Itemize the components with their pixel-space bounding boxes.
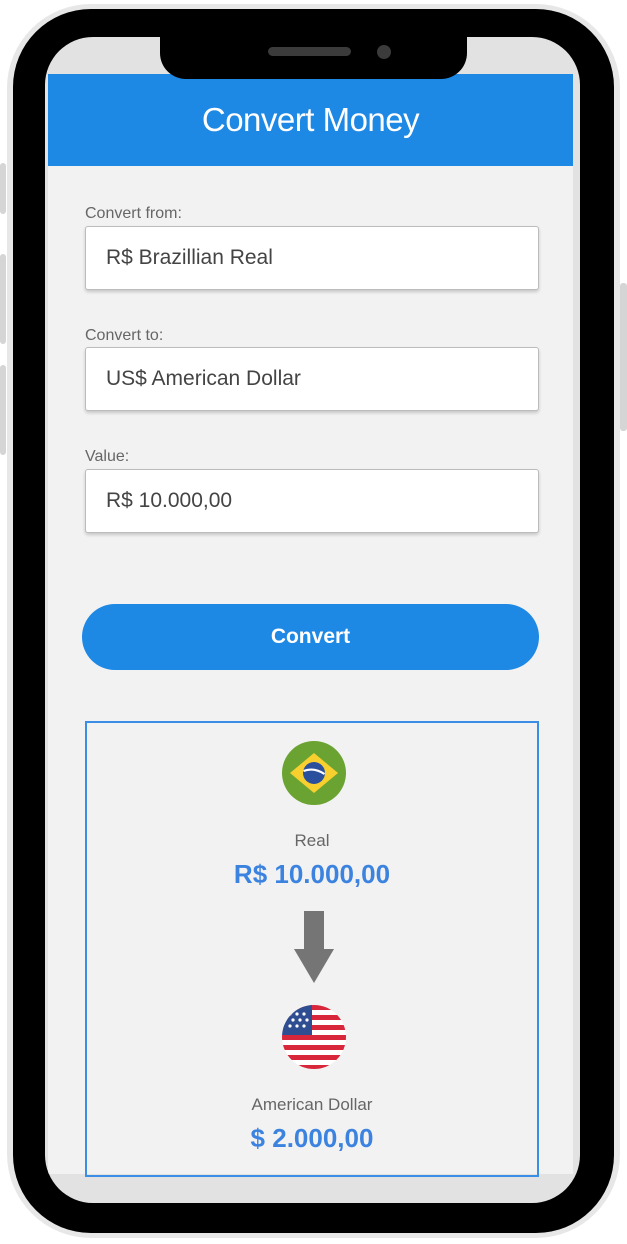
convert-to-value: US$ American Dollar [106, 367, 301, 390]
from-amount: R$ 10.000,00 [233, 859, 391, 889]
phone-notch [160, 37, 467, 79]
convert-from-value: R$ Brazillian Real [106, 246, 273, 269]
volume-down-button [0, 365, 6, 455]
to-currency-name: American Dollar [251, 1095, 373, 1114]
arrow-down-icon [294, 911, 334, 983]
power-button [620, 283, 627, 431]
silent-switch [0, 163, 6, 214]
front-camera [377, 45, 391, 59]
result-panel: Real R$ 10.000,00 American Dollar $ 2.00… [85, 721, 539, 1177]
app-container: Convert Money Convert from: R$ Brazillia… [48, 74, 573, 1177]
value-label: Value: [85, 448, 130, 465]
convert-to-select[interactable]: US$ American Dollar [85, 347, 539, 411]
convert-from-select[interactable]: R$ Brazillian Real [85, 226, 539, 290]
page-title: Convert Money [201, 101, 420, 138]
brazil-flag-icon [282, 741, 346, 805]
convert-button[interactable]: Convert [82, 604, 539, 670]
to-amount: $ 2.000,00 [250, 1123, 374, 1153]
app-header: Convert Money [48, 74, 573, 166]
usa-flag-icon [282, 1005, 346, 1069]
value-input-text: R$ 10.000,00 [106, 489, 233, 512]
speaker-grille [268, 47, 351, 56]
value-input[interactable]: R$ 10.000,00 [85, 469, 539, 533]
convert-to-label: Convert to: [85, 327, 164, 344]
phone-screen: Convert Money Convert from: R$ Brazillia… [45, 37, 580, 1203]
volume-up-button [0, 254, 6, 344]
convert-from-label: Convert from: [85, 205, 182, 222]
from-currency-name: Real [294, 831, 330, 850]
